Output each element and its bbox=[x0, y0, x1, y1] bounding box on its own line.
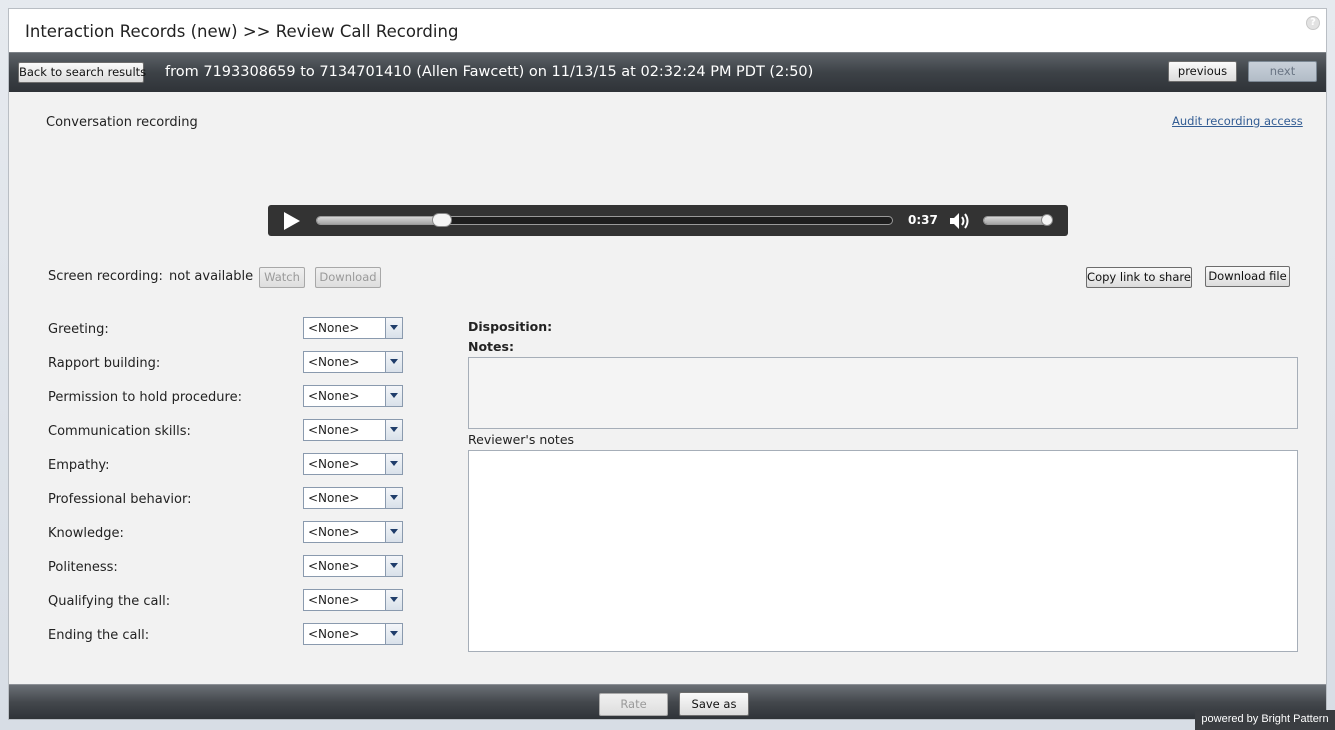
rating-select[interactable]: <None> bbox=[303, 623, 403, 645]
next-button[interactable]: next bbox=[1248, 61, 1317, 82]
chevron-down-icon[interactable] bbox=[385, 488, 402, 508]
rating-select[interactable]: <None> bbox=[303, 351, 403, 373]
chevron-down-icon[interactable] bbox=[385, 556, 402, 576]
chevron-down-icon[interactable] bbox=[385, 386, 402, 406]
rating-select-value: <None> bbox=[308, 457, 360, 471]
rating-select[interactable]: <None> bbox=[303, 555, 403, 577]
screen-recording-label: Screen recording: bbox=[48, 269, 163, 284]
rating-select-value: <None> bbox=[308, 525, 360, 539]
rating-select[interactable]: <None> bbox=[303, 453, 403, 475]
rating-select-value: <None> bbox=[308, 321, 360, 335]
previous-button[interactable]: previous bbox=[1168, 61, 1237, 82]
title-bar: Interaction Records (new) >> Review Call… bbox=[9, 9, 1326, 52]
rating-select[interactable]: <None> bbox=[303, 385, 403, 407]
play-icon[interactable] bbox=[284, 212, 300, 230]
rating-select[interactable]: <None> bbox=[303, 317, 403, 339]
download-file-button[interactable]: Download file bbox=[1205, 266, 1290, 287]
volume-handle[interactable] bbox=[1041, 214, 1053, 226]
powered-by-label: powered by Bright Pattern bbox=[1195, 710, 1335, 730]
back-to-search-button[interactable]: Back to search results bbox=[18, 62, 146, 83]
seek-progress bbox=[317, 217, 443, 224]
rating-label: Politeness: bbox=[48, 560, 118, 575]
chevron-down-icon[interactable] bbox=[385, 420, 402, 440]
call-info: from 7193308659 to 7134701410 (Allen Faw… bbox=[165, 64, 814, 80]
rating-select-value: <None> bbox=[308, 627, 360, 641]
rate-button[interactable]: Rate bbox=[599, 693, 668, 716]
rating-label: Knowledge: bbox=[48, 526, 124, 541]
reviewers-notes-label: Reviewer's notes bbox=[468, 432, 575, 447]
rating-select-value: <None> bbox=[308, 559, 360, 573]
rating-select-value: <None> bbox=[308, 355, 360, 369]
rating-select-value: <None> bbox=[308, 423, 360, 437]
chevron-down-icon[interactable] bbox=[385, 590, 402, 610]
chevron-down-icon[interactable] bbox=[385, 318, 402, 338]
copy-link-button[interactable]: Copy link to share bbox=[1086, 267, 1192, 288]
audit-recording-access-link[interactable]: Audit recording access bbox=[1172, 114, 1303, 128]
chevron-down-icon[interactable] bbox=[385, 454, 402, 474]
rating-select[interactable]: <None> bbox=[303, 589, 403, 611]
header-bar: Back to search results from 7193308659 t… bbox=[9, 52, 1326, 92]
seek-handle[interactable] bbox=[431, 213, 452, 227]
chevron-down-icon[interactable] bbox=[385, 522, 402, 542]
rating-label: Professional behavior: bbox=[48, 492, 192, 507]
chevron-down-icon[interactable] bbox=[385, 624, 402, 644]
rating-label: Ending the call: bbox=[48, 628, 150, 643]
chevron-down-icon[interactable] bbox=[385, 352, 402, 372]
notes-field[interactable] bbox=[468, 357, 1298, 429]
rating-select-value: <None> bbox=[308, 593, 360, 607]
conversation-recording-label: Conversation recording bbox=[46, 115, 198, 130]
help-icon[interactable]: ? bbox=[1306, 16, 1320, 30]
review-window: Interaction Records (new) >> Review Call… bbox=[8, 8, 1327, 720]
disposition-label: Disposition: bbox=[468, 319, 553, 334]
seek-bar[interactable] bbox=[316, 216, 893, 225]
rating-select[interactable]: <None> bbox=[303, 419, 403, 441]
rating-label: Communication skills: bbox=[48, 424, 191, 439]
footer-bar: Rate Save as bbox=[9, 684, 1326, 719]
reviewers-notes-field[interactable] bbox=[468, 450, 1298, 652]
rating-select-value: <None> bbox=[308, 491, 360, 505]
rating-label: Permission to hold procedure: bbox=[48, 390, 242, 405]
download-button[interactable]: Download bbox=[315, 267, 381, 288]
rating-select[interactable]: <None> bbox=[303, 487, 403, 509]
rating-label: Qualifying the call: bbox=[48, 594, 171, 609]
screen-recording-status: not available bbox=[169, 269, 254, 284]
save-as-button[interactable]: Save as bbox=[679, 692, 749, 716]
rating-select[interactable]: <None> bbox=[303, 521, 403, 543]
current-time: 0:37 bbox=[908, 213, 938, 227]
rating-label: Empathy: bbox=[48, 458, 110, 473]
page-title: Interaction Records (new) >> Review Call… bbox=[25, 22, 459, 41]
rating-label: Greeting: bbox=[48, 322, 109, 337]
watch-button[interactable]: Watch bbox=[259, 267, 305, 288]
rating-label: Rapport building: bbox=[48, 356, 161, 371]
notes-label: Notes: bbox=[468, 339, 514, 354]
volume-icon[interactable] bbox=[948, 211, 972, 231]
rating-select-value: <None> bbox=[308, 389, 360, 403]
audio-player: 0:37 bbox=[268, 205, 1068, 236]
